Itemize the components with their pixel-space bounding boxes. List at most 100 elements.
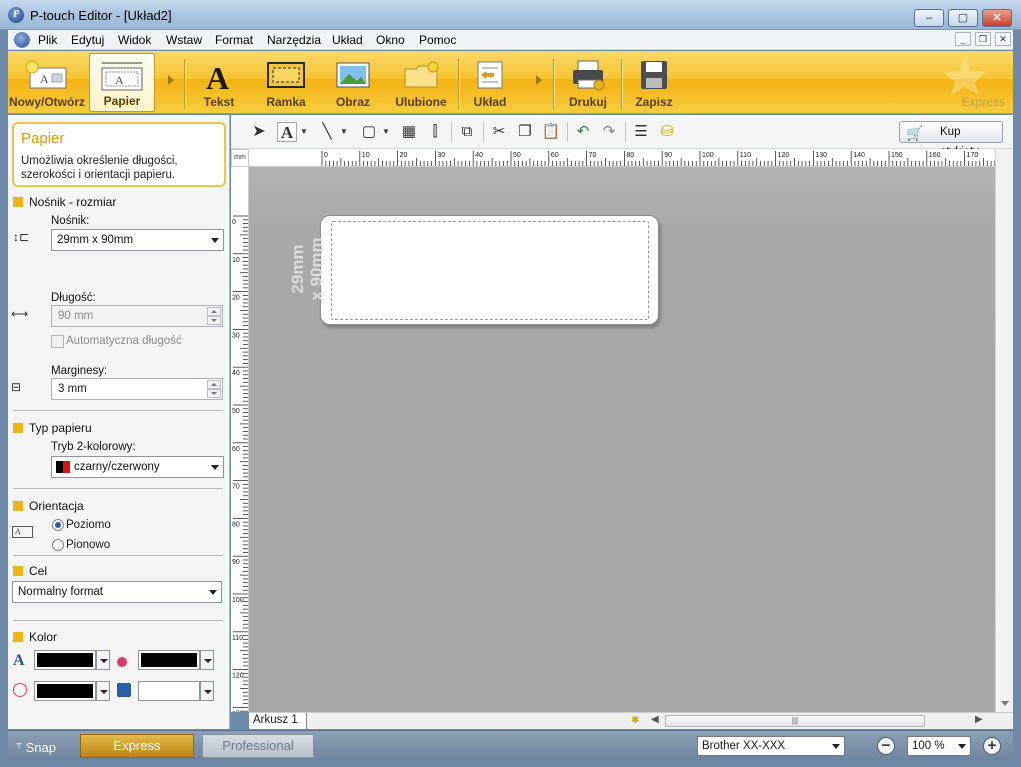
two-color-select[interactable]: czarny/czerwony [51, 456, 224, 478]
menu-wstaw[interactable]: Wstaw [166, 33, 202, 47]
redo-icon[interactable]: ↷ [599, 122, 619, 142]
select-arrow-icon[interactable]: ➤ [249, 122, 269, 142]
save-label: Zapisz [635, 95, 673, 109]
section-marker-icon [13, 566, 23, 576]
fill-color-dropdown[interactable] [200, 650, 214, 670]
zoom-select[interactable]: 100 % [907, 736, 971, 756]
shape-tool-icon[interactable]: ▢ [359, 122, 379, 142]
professional-mode-tab[interactable]: Professional [202, 734, 314, 758]
text-color-swatch[interactable] [34, 650, 96, 670]
menu-okno[interactable]: Okno [376, 33, 405, 47]
ribbon-expand-arrow-icon[interactable] [168, 75, 174, 85]
spin-down-icon[interactable] [207, 389, 221, 398]
table-icon[interactable]: ▦ [399, 122, 419, 142]
zoom-out-icon[interactable]: − [877, 737, 895, 755]
mdi-minimize-button[interactable]: _ [955, 32, 971, 46]
properties-icon[interactable]: ☰ [631, 122, 651, 142]
add-sheet-icon[interactable]: ✱ [631, 715, 639, 726]
ruler-tick-label: 60 [551, 152, 559, 159]
line-tool-icon[interactable]: ╲ [317, 122, 337, 142]
close-button[interactable]: ✕ [982, 9, 1012, 27]
buy-labels-button[interactable]: 🛒 Kup etykiety [899, 121, 1003, 158]
color-heading: Kolor [29, 630, 58, 644]
maximize-button[interactable]: ▢ [948, 9, 978, 27]
fill-color-swatch[interactable] [138, 650, 200, 670]
background-color-swatch[interactable] [138, 681, 200, 701]
auto-length-checkbox[interactable] [51, 335, 64, 348]
line-color-dropdown[interactable] [96, 681, 110, 701]
menu-uklad[interactable]: Układ [332, 33, 363, 47]
ribbon-separator [621, 59, 622, 109]
text-color-dropdown[interactable] [96, 650, 110, 670]
section-marker-icon [13, 423, 23, 433]
background-color-dropdown[interactable] [200, 681, 214, 701]
barcode-icon[interactable]: ⫿ [425, 122, 445, 142]
frame-button[interactable]: Ramka [254, 53, 318, 112]
menu-widok[interactable]: Widok [118, 33, 151, 47]
line-color-swatch[interactable] [34, 681, 96, 701]
divider [13, 620, 223, 621]
chevron-down-icon[interactable]: ▼ [339, 122, 349, 142]
vertical-scrollbar[interactable] [995, 149, 1013, 712]
paste-icon[interactable]: 📋 [541, 122, 561, 142]
chevron-down-icon[interactable]: ▼ [299, 122, 309, 142]
margins-spinner[interactable]: 3 mm [51, 378, 223, 400]
scroll-left-icon[interactable]: ◀ [651, 714, 659, 725]
image-button[interactable]: Obraz [322, 53, 384, 112]
database-icon[interactable]: ⛁ [657, 122, 677, 142]
toolbar-separator [625, 122, 626, 142]
new-open-button[interactable]: A Nowy/Otwórz [8, 53, 86, 112]
sheet-tab[interactable]: Arkusz 1 [249, 713, 307, 729]
mdi-restore-button[interactable]: ❐ [975, 32, 991, 46]
ruler-tick-label: 70 [589, 152, 597, 159]
layout-button[interactable]: Układ [462, 53, 518, 112]
media-label: Nośnik: [51, 215, 90, 227]
scroll-right-icon[interactable]: ▶ [975, 714, 983, 725]
minimize-button[interactable]: – [914, 9, 944, 27]
copy-icon[interactable]: ❐ [515, 122, 535, 142]
ruler-tick-label: 80 [626, 152, 634, 159]
ribbon-expand-arrow-icon[interactable] [536, 75, 542, 85]
orientation-portrait-radio[interactable] [52, 539, 64, 551]
media-select[interactable]: 29mm x 90mm [51, 229, 224, 251]
panel-title: Papier [21, 130, 65, 147]
ruler-tick-label: 60 [232, 446, 240, 453]
print-button[interactable]: Drukuj [558, 53, 618, 112]
text-tool-icon[interactable]: A [277, 122, 297, 142]
orientation-landscape-radio[interactable] [52, 519, 64, 531]
line-color-icon [13, 683, 27, 697]
spin-up-icon[interactable] [207, 307, 221, 316]
horizontal-scroll-thumb[interactable]: ||| [665, 715, 925, 727]
menu-pomoc[interactable]: Pomoc [419, 33, 456, 47]
favorites-button[interactable]: Ulubione [388, 53, 454, 112]
menu-edytuj[interactable]: Edytuj [71, 33, 104, 47]
zoom-in-icon[interactable]: + [983, 737, 1001, 755]
app-menu-icon[interactable] [14, 32, 30, 48]
snap-toggle[interactable]: ⸆ Snap [16, 739, 56, 756]
ruler-tick-label: 80 [232, 521, 240, 528]
length-spinner[interactable]: 90 mm [51, 305, 223, 327]
database-link-icon[interactable]: ⧉ [457, 122, 477, 142]
mdi-close-button[interactable]: ✕ [995, 32, 1011, 46]
menu-format[interactable]: Format [215, 33, 253, 47]
menu-plik[interactable]: Plik [38, 33, 57, 47]
chevron-down-icon[interactable]: ▼ [381, 122, 391, 142]
undo-icon[interactable]: ↶ [573, 122, 593, 142]
spin-down-icon[interactable] [207, 316, 221, 325]
section-marker-icon [13, 501, 23, 511]
window-title: P-touch Editor - [Układ2] [30, 8, 172, 23]
spin-up-icon[interactable] [207, 380, 221, 389]
menu-narzedzia[interactable]: Narzędzia [267, 33, 321, 47]
printer-select[interactable]: Brother XX-XXX [697, 736, 845, 756]
text-button[interactable]: A Tekst [188, 53, 250, 112]
target-select[interactable]: Normalny format [12, 581, 222, 603]
ruler-unit: mm [231, 149, 249, 167]
save-button[interactable]: Zapisz [625, 53, 683, 112]
scroll-down-icon[interactable] [1001, 701, 1009, 706]
shopping-cart-icon: 🛒 [906, 125, 924, 141]
toolbar-separator [567, 122, 568, 142]
cut-icon[interactable]: ✂ [489, 122, 509, 142]
express-mode-tab[interactable]: Express [80, 734, 194, 758]
paper-button[interactable]: A Papier [89, 53, 155, 112]
properties-panel: Papier Umożliwia określenie długości, sz… [8, 115, 230, 729]
